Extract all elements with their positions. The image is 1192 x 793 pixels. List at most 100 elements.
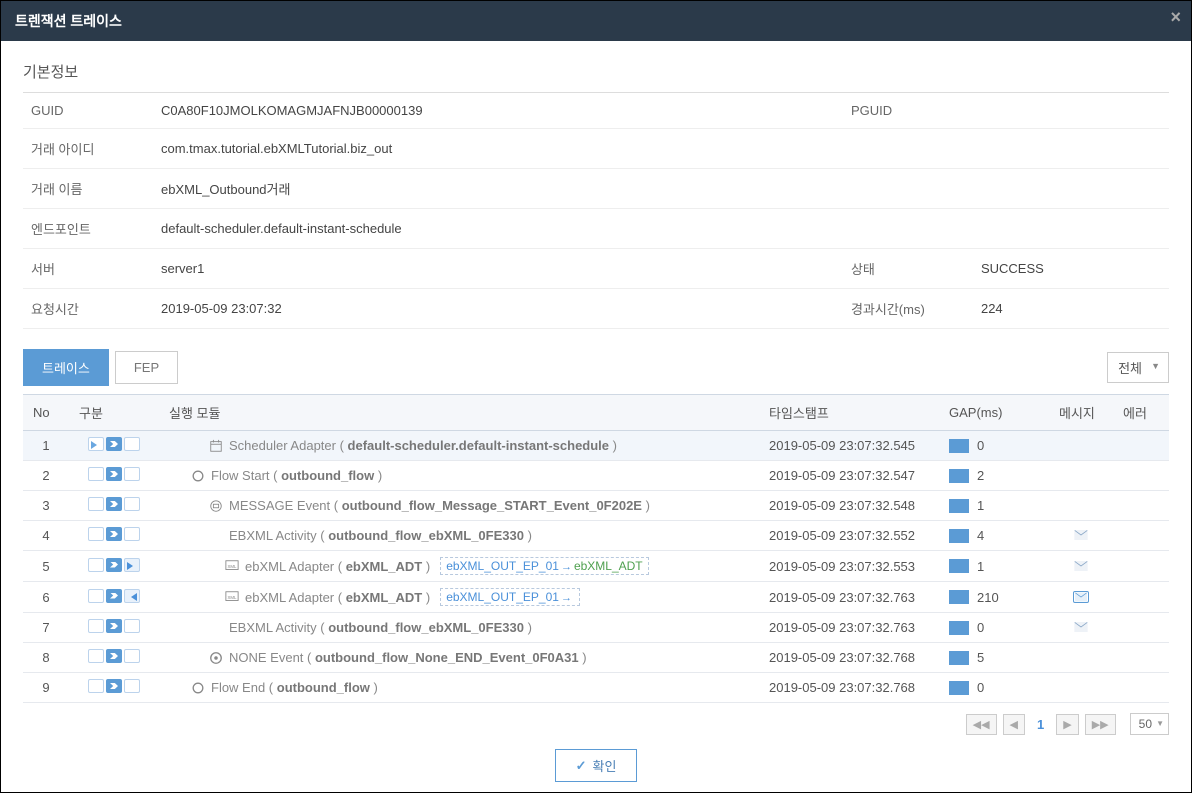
- table-row[interactable]: 4 EBXML Activity ( outbound_flow_ebXML_0F…: [23, 521, 1169, 551]
- gap-bar-icon: [949, 469, 969, 483]
- col-gubun: 구분: [69, 395, 159, 431]
- table-row[interactable]: 8NONE Event ( outbound_flow_None_END_Eve…: [23, 643, 1169, 673]
- pager-first-icon[interactable]: ◀◀: [966, 714, 997, 735]
- row-timestamp: 2019-05-09 23:07:32.547: [759, 461, 939, 491]
- box-icon: [88, 619, 104, 633]
- pager: ◀◀ ◀ 1 ▶ ▶▶ 50: [23, 713, 1169, 735]
- gap-bar-icon: [949, 499, 969, 513]
- row-error: [1113, 551, 1169, 582]
- pager-current[interactable]: 1: [1031, 717, 1050, 732]
- modal-header: 트렌잭션 트레이스 ×: [1, 1, 1191, 41]
- endpoint-value: default-scheduler.default-instant-schedu…: [153, 209, 1169, 249]
- tab-trace[interactable]: 트레이스: [23, 349, 109, 386]
- endpoint-tag[interactable]: ebXML_OUT_EP_01→: [440, 588, 580, 606]
- pager-last-icon[interactable]: ▶▶: [1085, 714, 1116, 735]
- table-row[interactable]: 5XMLebXML Adapter ( ebXML_ADT )ebXML_OUT…: [23, 551, 1169, 582]
- row-message: [1049, 643, 1113, 673]
- row-gap: 210: [939, 582, 1049, 613]
- trace-table: No 구분 실행 모듈 타임스탬프 GAP(ms) 메시지 에러 1Schedu…: [23, 394, 1169, 703]
- ok-label: 확인: [592, 756, 616, 775]
- close-icon[interactable]: ×: [1170, 7, 1181, 28]
- table-row[interactable]: 1Scheduler Adapter ( default-scheduler.d…: [23, 431, 1169, 461]
- txid-value: com.tmax.tutorial.ebXMLTutorial.biz_out: [153, 129, 1169, 169]
- message-icon[interactable]: [1073, 591, 1089, 603]
- guid-label: GUID: [23, 93, 153, 129]
- endpoint-tag[interactable]: ebXML_OUT_EP_01→ebXML_ADT: [440, 557, 648, 575]
- row-no: 4: [23, 521, 69, 551]
- server-value: server1: [153, 249, 843, 289]
- col-module: 실행 모듈: [159, 395, 759, 431]
- gap-value: 0: [977, 620, 984, 635]
- flow-icon: [106, 437, 122, 451]
- txname-label: 거래 이름: [23, 169, 153, 209]
- calendar-icon: [209, 439, 223, 453]
- row-timestamp: 2019-05-09 23:07:32.548: [759, 491, 939, 521]
- gap-bar-icon: [949, 621, 969, 635]
- table-row[interactable]: 3MESSAGE Event ( outbound_flow_Message_S…: [23, 491, 1169, 521]
- row-timestamp: 2019-05-09 23:07:32.545: [759, 431, 939, 461]
- receive-icon: [124, 589, 140, 603]
- row-module: NONE Event ( outbound_flow_None_END_Even…: [159, 643, 759, 673]
- status-value: SUCCESS: [973, 249, 1169, 289]
- message-icon[interactable]: [1073, 529, 1089, 541]
- gap-bar-icon: [949, 529, 969, 543]
- row-module: EBXML Activity ( outbound_flow_ebXML_0FE…: [159, 521, 759, 551]
- row-timestamp: 2019-05-09 23:07:32.553: [759, 551, 939, 582]
- row-module: Flow Start ( outbound_flow ): [159, 461, 759, 491]
- info-table: GUID C0A80F10JMOLKOMAGMJAFNJB00000139 PG…: [23, 92, 1169, 329]
- box-icon: [88, 527, 104, 541]
- module-text: ebXML Adapter ( ebXML_ADT ): [245, 590, 430, 605]
- table-row[interactable]: 6XMLebXML Adapter ( ebXML_ADT )ebXML_OUT…: [23, 582, 1169, 613]
- xml-icon: XML: [225, 559, 239, 573]
- row-gap: 0: [939, 613, 1049, 643]
- pager-size-select[interactable]: 50: [1130, 713, 1169, 735]
- module-text: NONE Event ( outbound_flow_None_END_Even…: [229, 650, 587, 665]
- filter-select[interactable]: 전체: [1107, 352, 1169, 383]
- table-row[interactable]: 2 Flow Start ( outbound_flow )2019-05-09 …: [23, 461, 1169, 491]
- box-icon: [88, 497, 104, 511]
- module-text: EBXML Activity ( outbound_flow_ebXML_0FE…: [229, 620, 532, 635]
- pager-next-icon[interactable]: ▶: [1056, 714, 1078, 735]
- row-gubun: [69, 673, 159, 703]
- row-gubun: [69, 613, 159, 643]
- section-title: 기본정보: [23, 61, 1169, 82]
- row-no: 5: [23, 551, 69, 582]
- flow-icon: [106, 467, 122, 481]
- modal-footer: ✓ 확인: [23, 735, 1169, 792]
- msgcircle-icon: [209, 499, 223, 513]
- row-module: Scheduler Adapter ( default-scheduler.de…: [159, 431, 759, 461]
- row-no: 7: [23, 613, 69, 643]
- gap-bar-icon: [949, 651, 969, 665]
- ok-button[interactable]: ✓ 확인: [555, 749, 638, 782]
- gap-value: 0: [977, 438, 984, 453]
- tab-fep[interactable]: FEP: [115, 351, 178, 384]
- row-gap: 2: [939, 461, 1049, 491]
- filter-selected-label: 전체: [1118, 361, 1142, 376]
- row-module: XML ebXML Adapter ( ebXML_ADT ) ebXML_OUT_…: [159, 582, 759, 613]
- message-icon[interactable]: [1073, 560, 1089, 572]
- pguid-label: PGUID: [843, 93, 973, 129]
- server-label: 서버: [23, 249, 153, 289]
- row-gubun: [69, 551, 159, 582]
- message-icon[interactable]: [1073, 621, 1089, 633]
- row-gubun: [69, 461, 159, 491]
- row-timestamp: 2019-05-09 23:07:32.768: [759, 643, 939, 673]
- table-row[interactable]: 7 EBXML Activity ( outbound_flow_ebXML_0F…: [23, 613, 1169, 643]
- flow-icon: [106, 527, 122, 541]
- gap-bar-icon: [949, 681, 969, 695]
- txname-value: ebXML_Outbound거래: [153, 169, 1169, 209]
- modal-body: 기본정보 GUID C0A80F10JMOLKOMAGMJAFNJB000001…: [1, 41, 1191, 792]
- box-icon: [124, 649, 140, 663]
- gap-value: 1: [977, 498, 984, 513]
- pager-prev-icon[interactable]: ◀: [1003, 714, 1025, 735]
- flow-icon: [106, 558, 122, 572]
- transaction-trace-modal: 트렌잭션 트레이스 × 기본정보 GUID C0A80F10JMOLKOMAGM…: [0, 0, 1192, 793]
- row-error: [1113, 491, 1169, 521]
- box-icon: [124, 437, 140, 451]
- xml-icon: XML: [225, 590, 239, 604]
- row-message: [1049, 673, 1113, 703]
- row-message: [1049, 431, 1113, 461]
- box-icon: [88, 467, 104, 481]
- table-row[interactable]: 9Flow End ( outbound_flow )2019-05-09 23…: [23, 673, 1169, 703]
- row-message: [1049, 521, 1113, 551]
